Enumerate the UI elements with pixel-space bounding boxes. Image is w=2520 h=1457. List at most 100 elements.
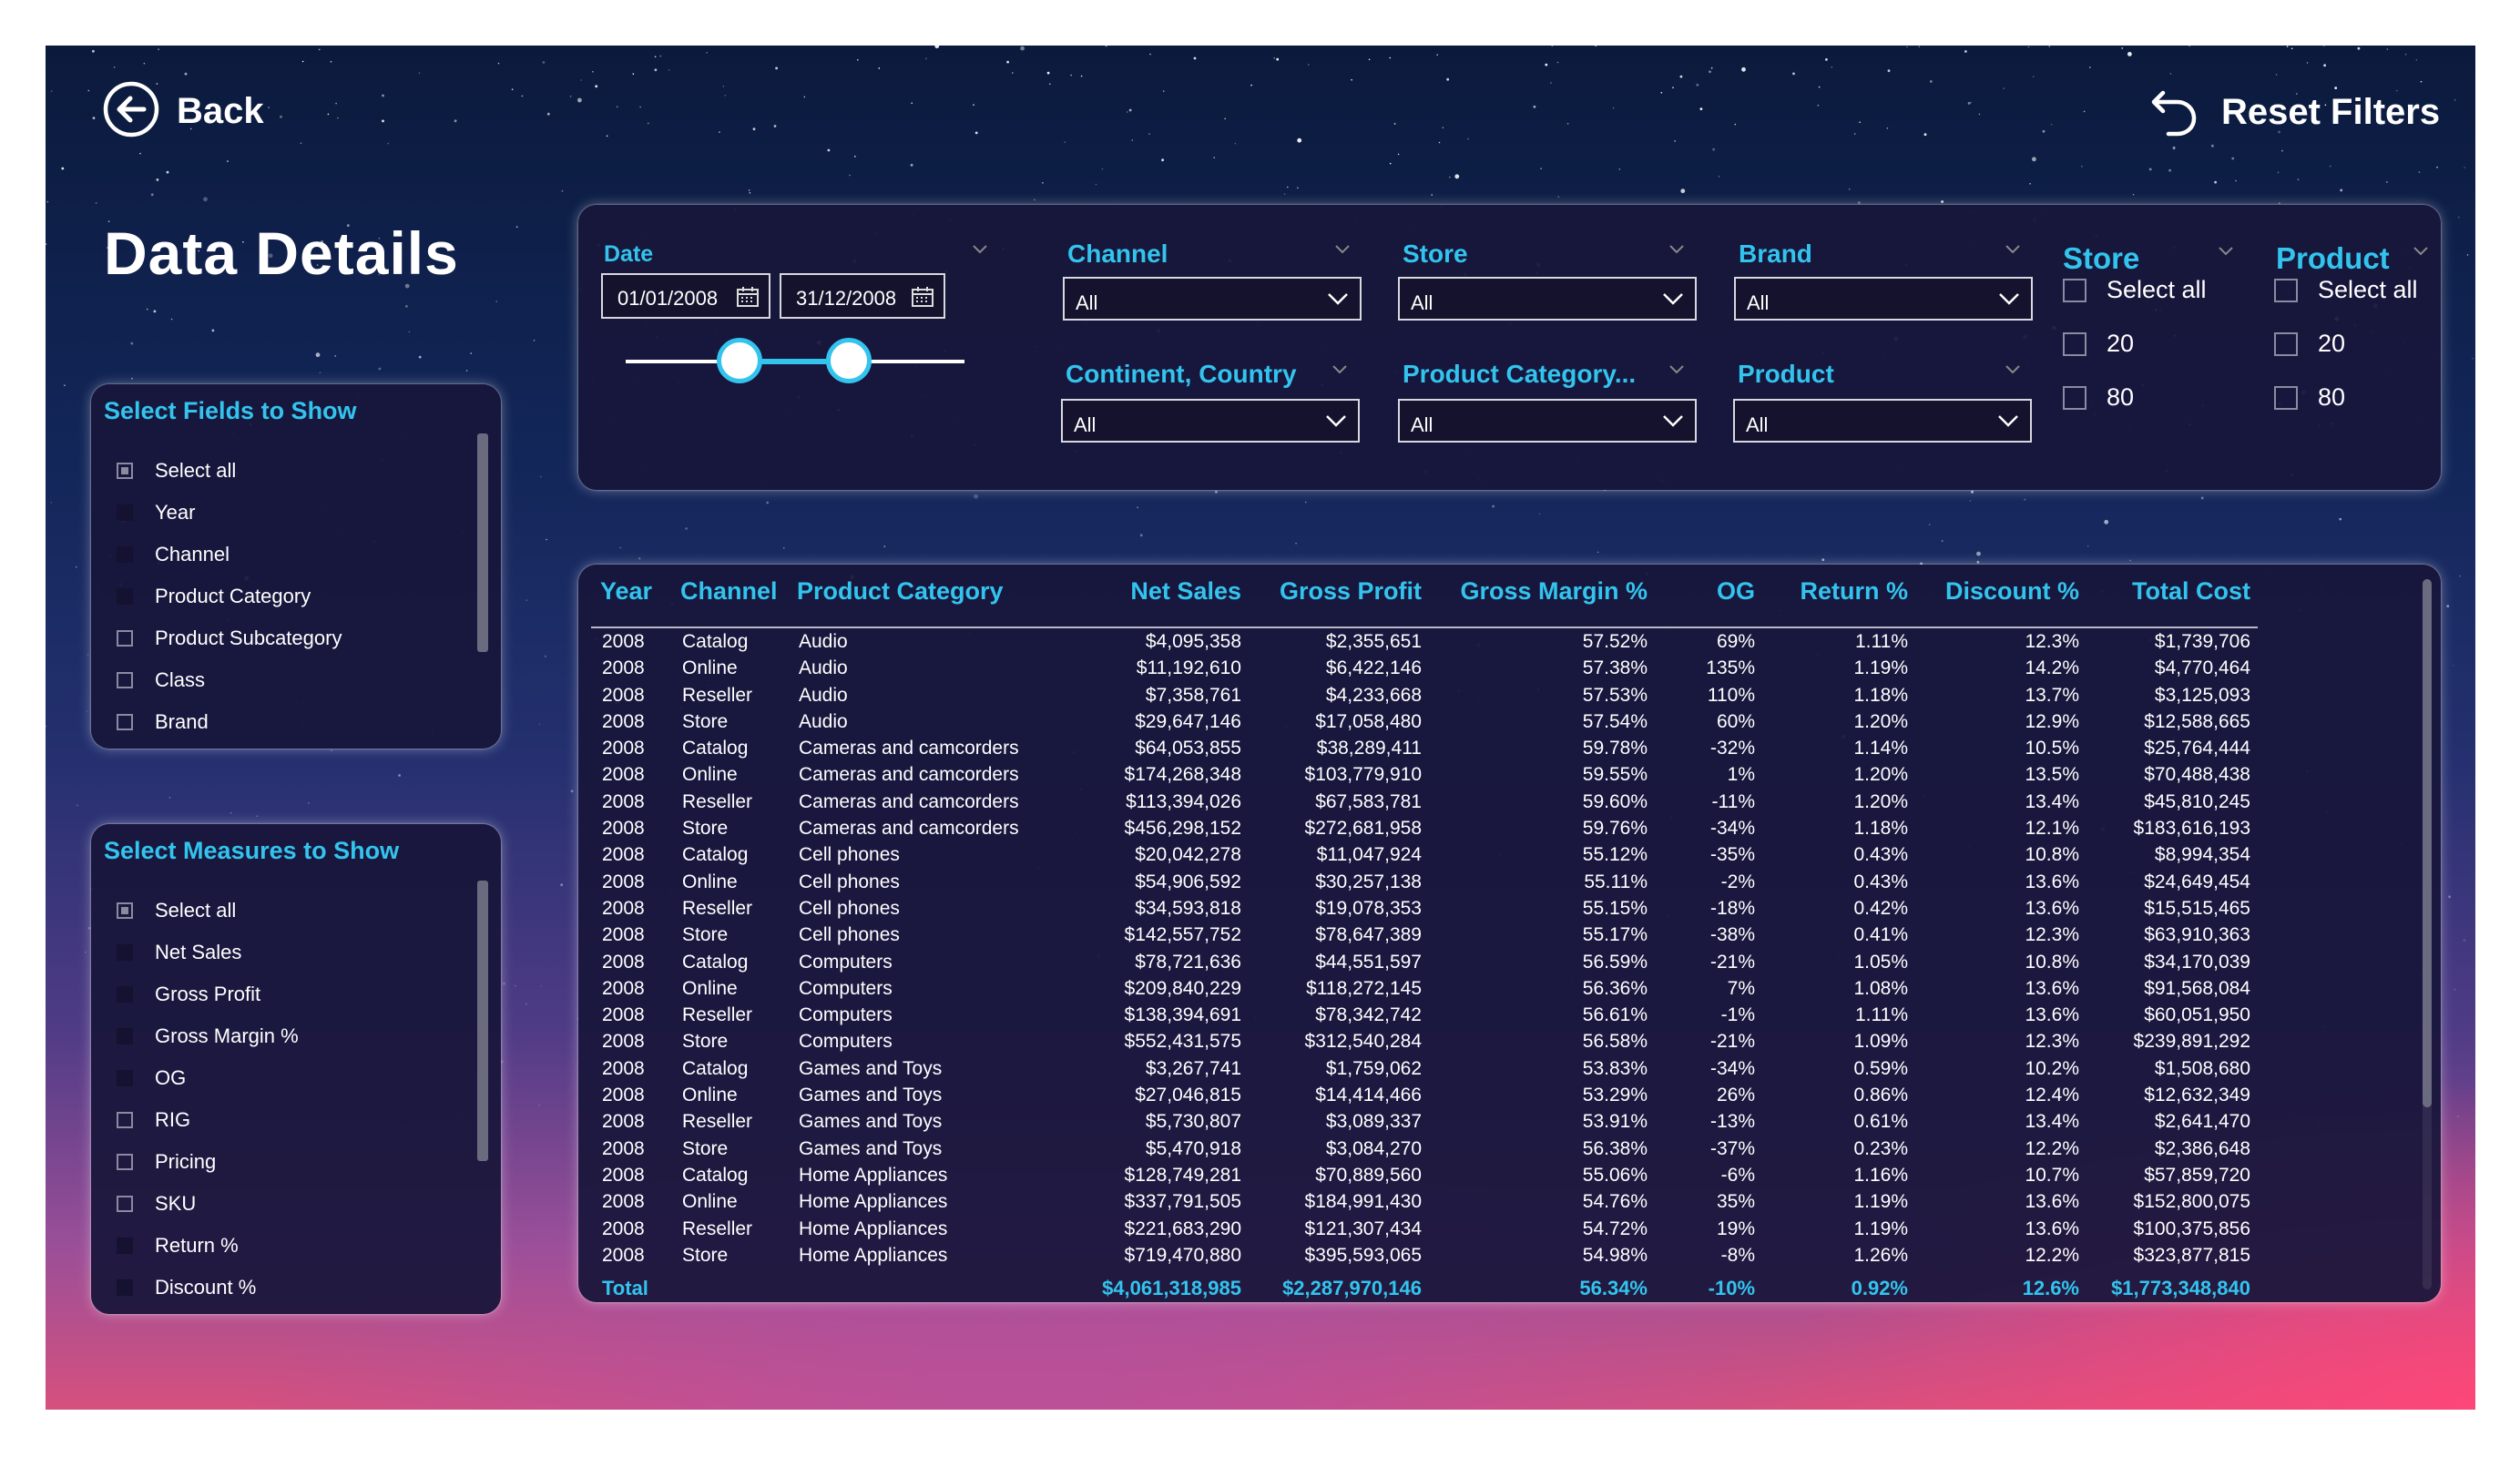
measures-item-gross-profit[interactable]: Gross Profit (117, 973, 299, 1015)
table-scroll-track[interactable] (2423, 579, 2432, 1289)
chevron-down-icon[interactable] (1668, 241, 1685, 258)
checkbox[interactable] (117, 1279, 133, 1296)
checkbox[interactable] (117, 546, 133, 563)
table-row[interactable]: 2008 Store Cell phones $142,557,752 $78,647,… (591, 922, 2258, 948)
fields-scrollbar[interactable] (477, 433, 488, 652)
checkbox[interactable] (117, 944, 133, 961)
checkbox[interactable] (117, 588, 133, 605)
checkbox[interactable] (117, 1238, 133, 1254)
table-row[interactable]: 2008 Store Computers $552,431,575 $312,540,2… (591, 1028, 2258, 1055)
table-row[interactable]: 2008 Catalog Home Appliances $128,749,281 $7… (591, 1162, 2258, 1188)
calendar-icon[interactable] (911, 286, 934, 308)
table-row[interactable]: 2008 Online Audio $11,192,610 $6,422,146 57.3… (591, 655, 2258, 681)
checkbox[interactable] (117, 1028, 133, 1044)
calendar-icon[interactable] (736, 286, 760, 308)
column-header-gross-profit[interactable]: Gross Profit (1249, 576, 1429, 628)
column-header-product-category[interactable]: Product Category (788, 576, 1077, 628)
column-header-og[interactable]: OG (1655, 576, 1762, 628)
table-row[interactable]: 2008 Reseller Games and Toys $5,730,807 $3,0… (591, 1108, 2258, 1135)
table-row[interactable]: 2008 Online Games and Toys $27,046,815 $14,4… (591, 1082, 2258, 1108)
measures-item-select-all[interactable]: Select all (117, 890, 299, 932)
column-header-year[interactable]: Year (591, 576, 671, 628)
measures-item-net-sales[interactable]: Net Sales (117, 932, 299, 973)
checkbox[interactable] (2063, 331, 2086, 356)
chevron-down-icon[interactable] (2218, 243, 2234, 260)
table-row[interactable]: 2008 Reseller Computers $138,394,691 $78,342… (591, 1002, 2258, 1028)
table-row[interactable]: 2008 Reseller Cameras and camcorders $113,3… (591, 789, 2258, 815)
table-row[interactable]: 2008 Catalog Computers $78,721,636 $44,551,5… (591, 949, 2258, 975)
table-row[interactable]: 2008 Reseller Cell phones $34,593,818 $19,07… (591, 895, 2258, 922)
chevron-down-icon[interactable] (2413, 243, 2429, 260)
reset-filters-button[interactable]: Reset Filters (2145, 80, 2440, 145)
checkbox[interactable] (117, 1154, 133, 1170)
checkbox[interactable] (2274, 278, 2298, 302)
column-header-return[interactable]: Return % (1762, 576, 1915, 628)
start-date-input[interactable]: 01/01/2008 (601, 273, 770, 319)
product-slicer-option-20[interactable]: 20 (2274, 330, 2345, 358)
fields-item-product-subcategory[interactable]: Product Subcategory (117, 617, 342, 659)
measures-item-gross-margin[interactable]: Gross Margin % (117, 1015, 299, 1057)
fields-item-select-all[interactable]: Select all (117, 450, 342, 492)
back-button[interactable]: Back (102, 80, 264, 143)
product-dropdown[interactable]: All (1733, 399, 2032, 443)
chevron-down-icon[interactable] (1334, 241, 1351, 258)
measures-item-discount[interactable]: Discount % (117, 1267, 299, 1309)
checkbox[interactable] (2274, 331, 2298, 356)
table-row[interactable]: 2008 Catalog Audio $4,095,358 $2,355,651 57.5… (591, 627, 2258, 655)
channel-dropdown[interactable]: All (1063, 277, 1362, 321)
checkbox[interactable] (117, 986, 133, 1003)
column-header-channel[interactable]: Channel (671, 576, 788, 628)
column-header-net-sales[interactable]: Net Sales (1077, 576, 1249, 628)
checkbox[interactable] (2274, 385, 2298, 410)
product-slicer-option-80[interactable]: 80 (2274, 383, 2345, 412)
measures-scrollbar[interactable] (477, 881, 488, 1161)
checkbox[interactable] (117, 1196, 133, 1212)
table-row[interactable]: 2008 Store Cameras and camcorders $456,298,… (591, 815, 2258, 841)
brand-dropdown[interactable]: All (1734, 277, 2033, 321)
date-start-handle[interactable] (717, 338, 762, 383)
fields-item-channel[interactable]: Channel (117, 534, 342, 576)
measures-item-pricing[interactable]: Pricing (117, 1141, 299, 1183)
checkbox[interactable] (117, 504, 133, 521)
checkbox[interactable] (2063, 278, 2086, 302)
measures-item-return[interactable]: Return % (117, 1225, 299, 1267)
checkbox[interactable] (2063, 385, 2086, 410)
checkbox[interactable] (117, 672, 133, 688)
checkbox[interactable] (117, 630, 133, 647)
checkbox[interactable] (117, 1112, 133, 1128)
table-row[interactable]: 2008 Store Audio $29,647,146 $17,058,480 57.5… (591, 708, 2258, 735)
store-slicer-option-select-all[interactable]: Select all (2063, 276, 2207, 304)
chevron-down-icon[interactable] (2005, 241, 2021, 258)
column-header-discount[interactable]: Discount % (1915, 576, 2086, 628)
table-row[interactable]: 2008 Reseller Audio $7,358,761 $4,233,668 57.… (591, 682, 2258, 708)
table-row[interactable]: 2008 Online Cell phones $54,906,592 $30,257,… (591, 869, 2258, 895)
checkbox[interactable] (117, 463, 133, 479)
store-slicer-option-80[interactable]: 80 (2063, 383, 2134, 412)
checkbox[interactable] (117, 902, 133, 919)
measures-item-og[interactable]: OG (117, 1057, 299, 1099)
product-category-dropdown[interactable]: All (1398, 399, 1697, 443)
date-end-handle[interactable] (826, 338, 872, 383)
chevron-down-icon[interactable] (1331, 362, 1348, 378)
table-row[interactable]: 2008 Online Home Appliances $337,791,505 $18… (591, 1188, 2258, 1215)
chevron-down-icon[interactable] (1668, 362, 1685, 378)
fields-item-brand[interactable]: Brand (117, 701, 342, 743)
store-dropdown[interactable]: All (1398, 277, 1697, 321)
table-row[interactable]: 2008 Catalog Cell phones $20,042,278 $11,047… (591, 841, 2258, 868)
measures-item-sku[interactable]: SKU (117, 1183, 299, 1225)
product-slicer-option-select-all[interactable]: Select all (2274, 276, 2418, 304)
table-scroll-thumb[interactable] (2423, 579, 2432, 1107)
table-row[interactable]: 2008 Online Cameras and camcorders $174,268… (591, 761, 2258, 788)
table-row[interactable]: 2008 Store Home Appliances $719,470,880 $395… (591, 1242, 2258, 1269)
table-row[interactable]: 2008 Catalog Games and Toys $3,267,741 $1,75… (591, 1055, 2258, 1082)
table-row[interactable]: 2008 Store Games and Toys $5,470,918 $3,084,… (591, 1136, 2258, 1162)
checkbox[interactable] (117, 714, 133, 730)
chevron-down-icon[interactable] (972, 241, 988, 258)
fields-item-year[interactable]: Year (117, 492, 342, 534)
chevron-down-icon[interactable] (2005, 362, 2021, 378)
table-row[interactable]: 2008 Catalog Cameras and camcorders $64,053… (591, 735, 2258, 761)
column-header-gross-margin[interactable]: Gross Margin % (1429, 576, 1655, 628)
table-row[interactable]: 2008 Reseller Home Appliances $221,683,290 $… (591, 1216, 2258, 1242)
table-row[interactable]: 2008 Online Computers $209,840,229 $118,272,… (591, 975, 2258, 1002)
continent-country-dropdown[interactable]: All (1061, 399, 1360, 443)
